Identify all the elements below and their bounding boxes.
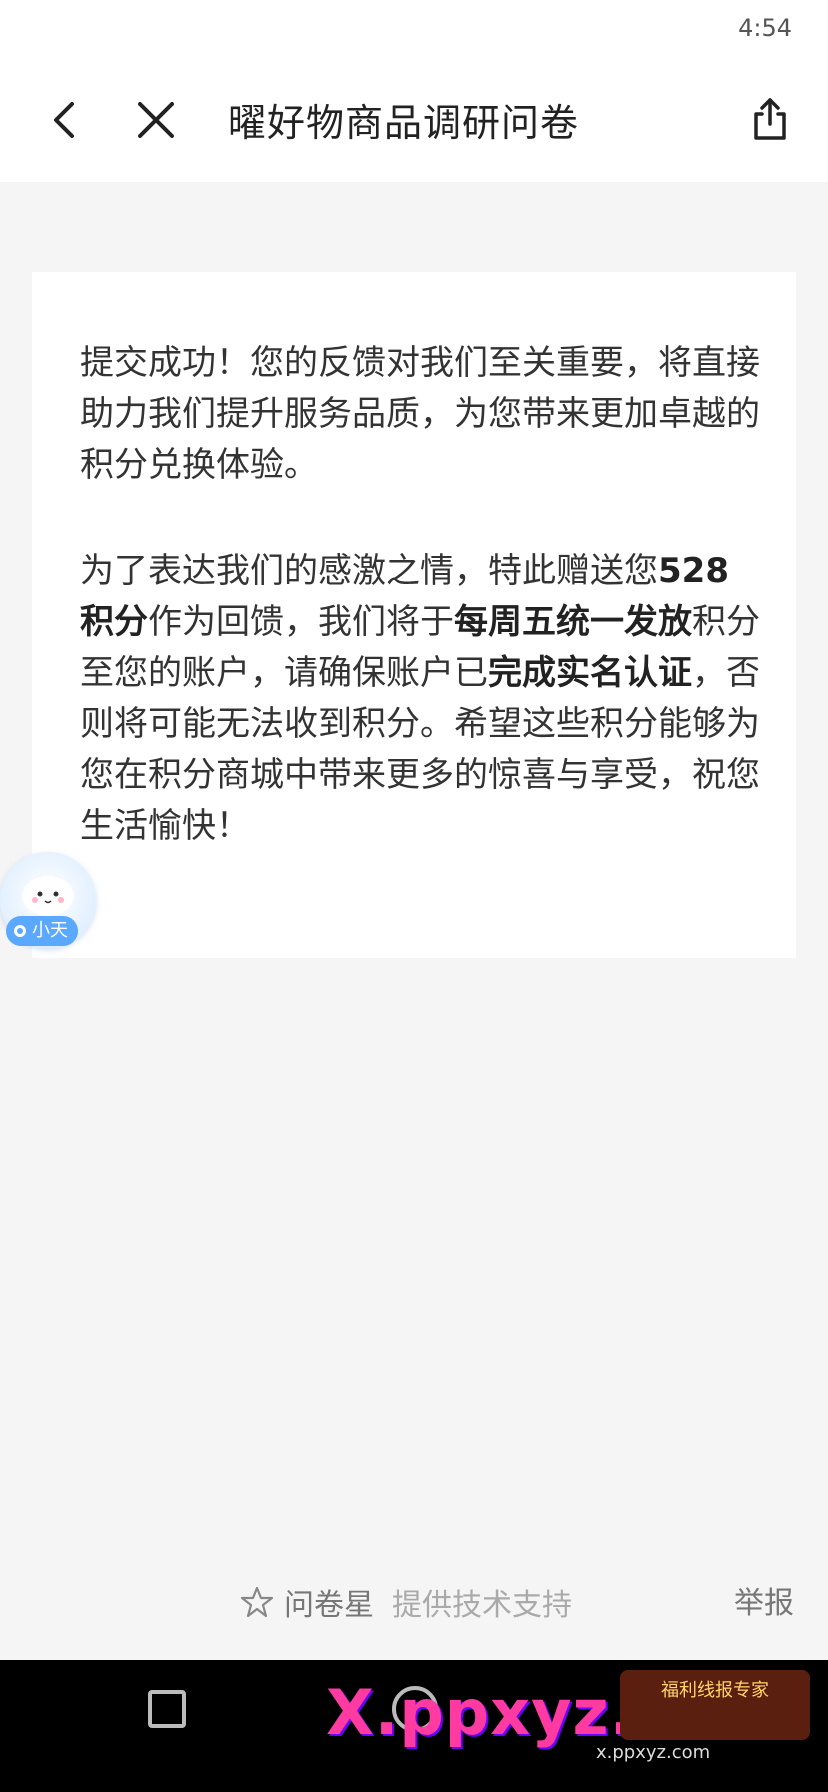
watermark-url: x.ppxyz.com: [596, 1742, 711, 1763]
page-title: 曜好物商品调研问卷: [228, 101, 580, 145]
tech-support-credit[interactable]: 问卷星 提供技术支持: [240, 1580, 572, 1624]
assistant-label: 小天: [32, 920, 68, 941]
reward-text: 作为回馈，我们将于: [148, 602, 454, 642]
online-dot-icon: [14, 925, 26, 937]
assistant-label-tag: 小天: [6, 916, 78, 946]
reward-message-paragraph: 为了表达我们的感激之情，特此赠送您528积分作为回馈，我们将于每周五统一发放积分…: [80, 546, 760, 852]
verification-requirement: 完成实名认证: [488, 653, 692, 693]
reward-text: 为了表达我们的感激之情，特此赠送您: [80, 551, 658, 591]
share-icon[interactable]: [744, 94, 796, 146]
success-message-paragraph: 提交成功！您的反馈对我们至关重要，将直接助力我们提升服务品质，为您带来更加卓越的…: [80, 343, 760, 485]
support-text: 提供技术支持: [392, 1588, 572, 1623]
success-message-card: 提交成功！您的反馈对我们至关重要，将直接助力我们提升服务品质，为您带来更加卓越的…: [32, 272, 796, 958]
watermark-badge: 福利线报专家: [620, 1670, 810, 1740]
report-link[interactable]: 举报: [734, 1578, 794, 1622]
status-time: 4:54: [738, 14, 792, 42]
close-icon[interactable]: [130, 94, 182, 146]
brand-name: 问卷星: [284, 1588, 374, 1623]
star-icon: [240, 1586, 274, 1618]
distribution-schedule: 每周五统一发放: [454, 602, 692, 642]
status-bar: 4:54: [0, 0, 828, 60]
nav-bar: 曜好物商品调研问卷: [0, 60, 828, 182]
assistant-floating-button[interactable]: 小天: [0, 852, 96, 952]
recent-apps-button[interactable]: [148, 1690, 186, 1728]
chevron-left-icon[interactable]: [40, 94, 92, 146]
footer: 问卷星 提供技术支持 举报: [0, 1570, 828, 1636]
